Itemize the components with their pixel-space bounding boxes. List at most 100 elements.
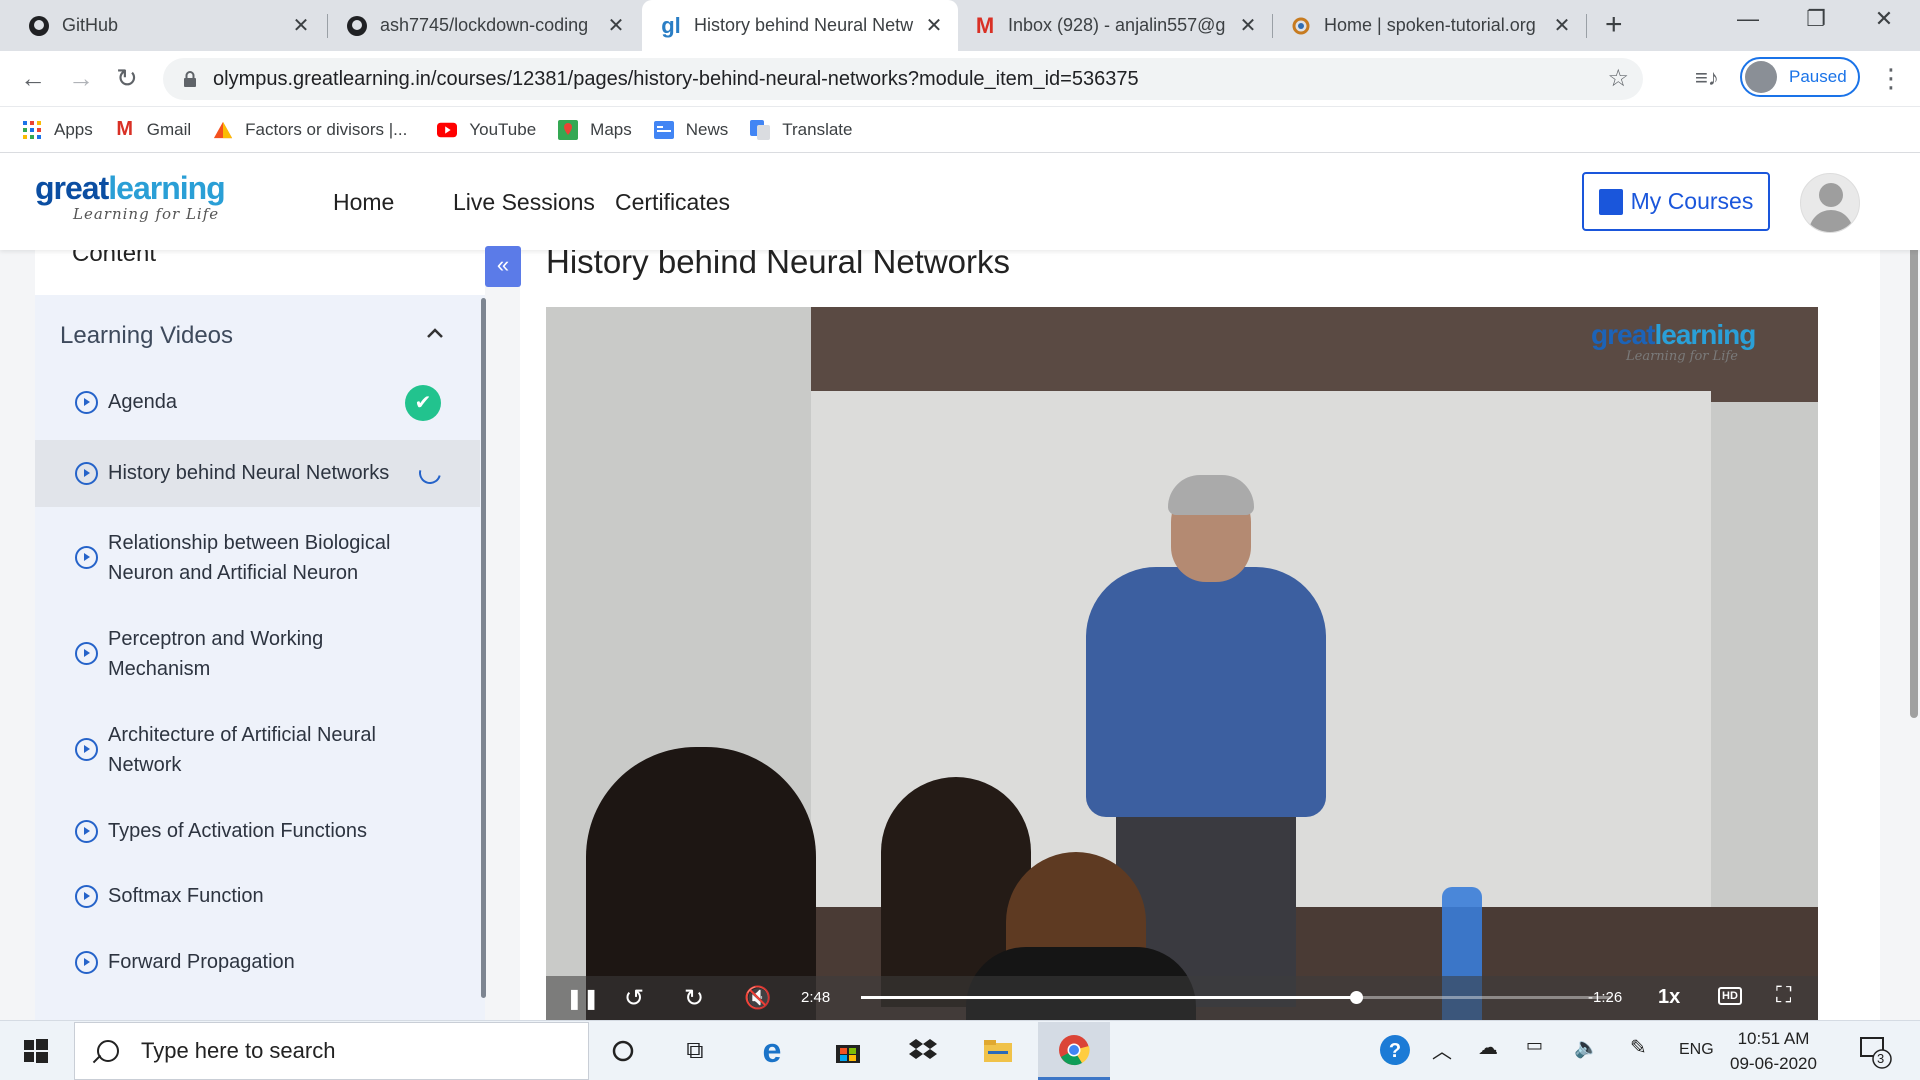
chrome-taskbar-icon[interactable]: [1038, 1022, 1110, 1080]
nav-live-sessions[interactable]: Live Sessions: [453, 189, 595, 216]
taskbar-search[interactable]: Type here to search: [74, 1022, 589, 1080]
onedrive-icon[interactable]: ☁: [1478, 1035, 1498, 1060]
tab-github[interactable]: GitHub ✕: [0, 0, 325, 51]
tab-spoken-tutorial[interactable]: Home | spoken-tutorial.org ✕: [1274, 0, 1586, 51]
close-window-icon[interactable]: ✕: [1854, 6, 1914, 32]
close-tab-icon[interactable]: ✕: [287, 13, 315, 38]
fullscreen-icon[interactable]: ⛶: [1776, 982, 1791, 1008]
nav-certificates[interactable]: Certificates: [615, 189, 730, 216]
triangle-icon: [213, 120, 233, 140]
bookmark-apps[interactable]: Apps: [22, 120, 93, 140]
bookmark-news[interactable]: News: [653, 120, 728, 140]
remaining-time: -1:26: [1588, 989, 1623, 1006]
list-item-agenda[interactable]: Agenda ✔: [35, 370, 480, 435]
bookmark-factors[interactable]: Factors or divisors |...: [213, 120, 407, 140]
nav-home[interactable]: Home: [333, 189, 394, 216]
notification-center-icon[interactable]: [1858, 1035, 1892, 1074]
item-label: Relationship between Biological Neuron a…: [108, 532, 391, 584]
quality-hd-icon[interactable]: HD: [1718, 987, 1742, 1005]
list-item-forward-propagation[interactable]: Forward Propagation: [35, 932, 480, 992]
item-label: Softmax Function: [108, 885, 264, 907]
github-icon: [28, 15, 50, 37]
pause-icon[interactable]: ❚❚: [566, 986, 600, 1011]
list-item-perceptron[interactable]: Perceptron and Working Mechanism: [35, 610, 480, 702]
forward-icon[interactable]: →: [68, 63, 94, 94]
video-player[interactable]: greatlearning Learning for Life ❚❚ ↺ ↻ 🔇…: [546, 307, 1818, 1020]
bookmark-maps[interactable]: Maps: [558, 119, 632, 140]
profile-button[interactable]: Paused: [1740, 57, 1860, 97]
progress-spinner-icon: [414, 457, 446, 489]
bookmark-gmail[interactable]: M Gmail: [115, 118, 191, 140]
file-explorer-icon[interactable]: [978, 1031, 1018, 1071]
battery-icon[interactable]: ▭: [1526, 1035, 1543, 1056]
close-tab-icon[interactable]: ✕: [1234, 13, 1262, 38]
close-tab-icon[interactable]: ✕: [602, 13, 630, 38]
restore-icon[interactable]: ❐: [1786, 6, 1846, 32]
youtube-icon: [437, 120, 458, 140]
notification-count: 3: [1877, 1051, 1885, 1066]
lock-icon: [184, 71, 196, 87]
address-bar[interactable]: olympus.greatlearning.in/courses/12381/p…: [163, 58, 1643, 100]
tab-separator: [1272, 14, 1273, 38]
list-item-architecture-ann[interactable]: Architecture of Artificial Neural Networ…: [35, 706, 480, 798]
cortana-icon[interactable]: [603, 1031, 643, 1071]
video-watermark-tagline: Learning for Life: [1626, 349, 1738, 364]
bookmark-youtube[interactable]: YouTube: [437, 120, 536, 140]
bookmark-label: Translate: [782, 119, 853, 139]
rewind-icon[interactable]: ↺: [624, 984, 644, 1013]
pen-icon[interactable]: ✎: [1630, 1035, 1647, 1060]
mute-icon[interactable]: 🔇: [744, 985, 771, 1011]
language-indicator[interactable]: ENG: [1679, 1041, 1714, 1059]
media-control-icon[interactable]: ≡♪: [1695, 65, 1719, 91]
list-item-history-neural-networks[interactable]: History behind Neural Networks: [35, 440, 480, 507]
list-item-activation-functions[interactable]: Types of Activation Functions: [35, 801, 480, 861]
close-tab-icon[interactable]: ✕: [920, 13, 948, 38]
close-tab-icon[interactable]: ✕: [1548, 13, 1576, 38]
chevron-up-icon[interactable]: [425, 320, 445, 346]
sidebar-scrollbar[interactable]: [481, 298, 486, 998]
task-view-icon[interactable]: ⧉: [675, 1031, 715, 1071]
list-item-softmax[interactable]: Softmax Function: [35, 866, 480, 926]
dropbox-icon[interactable]: [903, 1031, 943, 1071]
bookmarks-bar: Apps M Gmail Factors or divisors |... Yo…: [0, 107, 1920, 153]
list-item-biological-neuron[interactable]: Relationship between Biological Neuron a…: [35, 512, 480, 604]
svg-text:?: ?: [1389, 1040, 1401, 1062]
back-icon[interactable]: ←: [20, 63, 46, 94]
playback-speed[interactable]: 1x: [1658, 986, 1680, 1009]
greatlearning-logo[interactable]: greatlearning Learning for Life: [35, 171, 226, 223]
bookmark-translate[interactable]: Translate: [750, 119, 853, 140]
chevron-up-icon[interactable]: ︿: [1432, 1035, 1452, 1064]
my-courses-button[interactable]: My Courses: [1582, 172, 1770, 231]
gmail-icon: M: [116, 118, 134, 140]
collapse-sidebar-button[interactable]: «: [485, 246, 521, 287]
tab-separator: [1586, 14, 1587, 38]
tab-gmail-inbox[interactable]: M Inbox (928) - anjalin557@g ✕: [960, 0, 1272, 51]
windows-start-icon[interactable]: [16, 1031, 56, 1071]
volume-icon[interactable]: 🔈: [1574, 1035, 1599, 1060]
progress-bar-remaining[interactable]: [1356, 996, 1611, 999]
progress-bar-played[interactable]: [861, 996, 1356, 999]
reload-icon[interactable]: ↻: [116, 63, 138, 94]
video-scene: [1168, 475, 1254, 515]
section-title[interactable]: Learning Videos: [60, 322, 233, 350]
menu-kebab-icon[interactable]: ⋮: [1878, 63, 1904, 94]
store-icon[interactable]: [828, 1031, 868, 1071]
progress-handle[interactable]: [1350, 991, 1363, 1004]
edge-icon[interactable]: e: [752, 1031, 792, 1071]
gmail-icon: M: [975, 12, 995, 38]
user-avatar[interactable]: [1800, 173, 1860, 233]
tab-title: ash7745/lockdown-coding: [380, 15, 589, 35]
help-icon[interactable]: ?: [1378, 1033, 1412, 1072]
new-tab-button[interactable]: +: [1605, 8, 1623, 42]
bookmark-label: Factors or divisors |...: [245, 119, 408, 139]
translate-icon: [750, 119, 771, 140]
minimize-icon[interactable]: —: [1718, 6, 1778, 32]
tab-history-neural-networks[interactable]: gl History behind Neural Netw ✕: [642, 0, 958, 51]
forward-skip-icon[interactable]: ↻: [684, 984, 704, 1013]
page-scrollbar[interactable]: [1910, 238, 1918, 718]
tab-lockdown-coding[interactable]: ash7745/lockdown-coding ✕: [328, 0, 640, 51]
bookmark-star-icon[interactable]: ☆: [1607, 64, 1629, 93]
taskbar-clock[interactable]: 10:51 AM 09-06-2020: [1730, 1026, 1817, 1076]
play-circle-icon: [75, 951, 98, 974]
bookmark-label: YouTube: [469, 119, 537, 139]
